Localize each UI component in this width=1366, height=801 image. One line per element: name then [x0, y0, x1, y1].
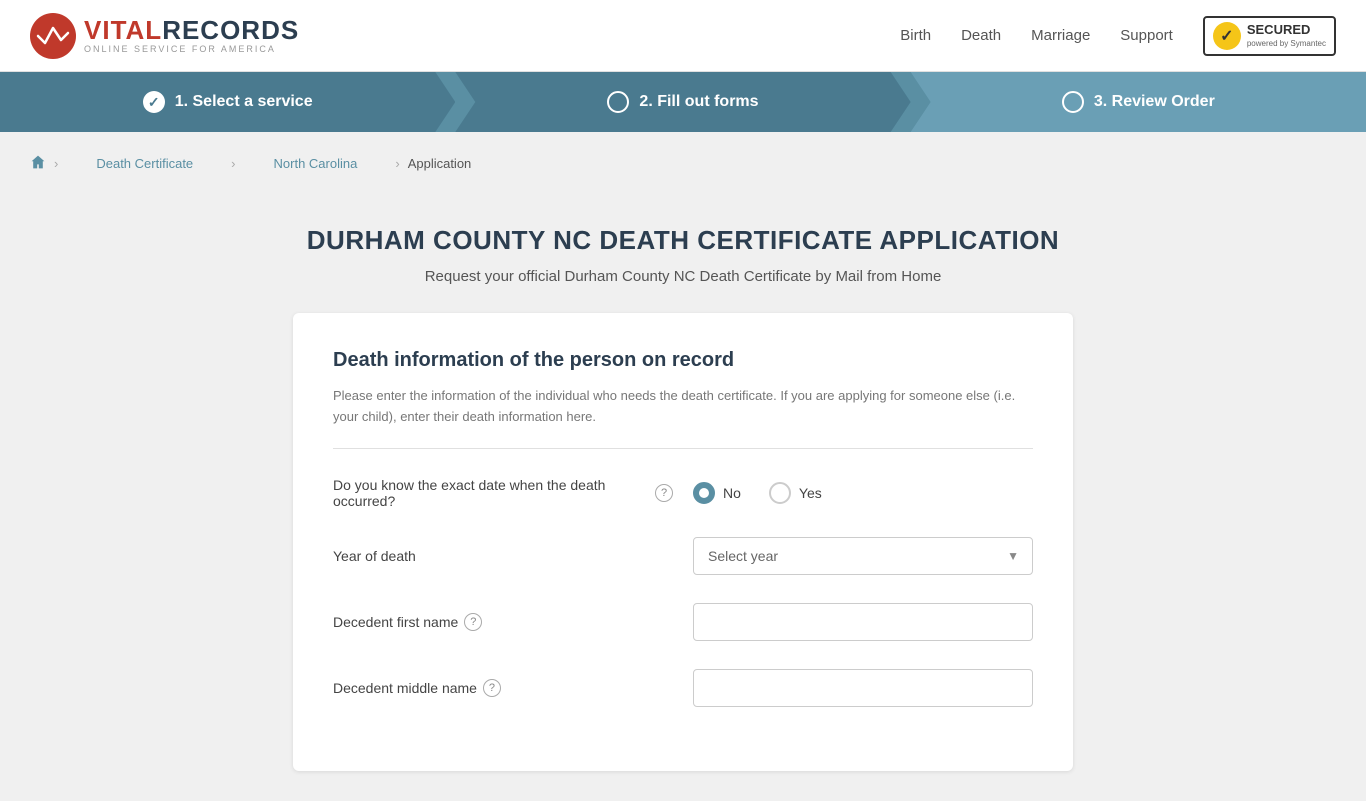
form-section-title: Death information of the person on recor… — [333, 349, 1033, 372]
first-name-input[interactable] — [693, 603, 1033, 641]
step-2: 2. Fill out forms — [455, 72, 910, 132]
logo-text: VITALRECORDS ONLINE SERVICE FOR AMERICA — [84, 17, 299, 54]
step-1: ✓ 1. Select a service — [0, 72, 455, 132]
breadcrumb: › Death Certificate › North Carolina › A… — [0, 132, 1366, 195]
middle-name-label: Decedent middle name ? — [333, 679, 673, 697]
home-icon — [30, 154, 46, 170]
exact-date-controls: No Yes — [693, 482, 1033, 504]
first-name-help-icon[interactable]: ? — [464, 613, 482, 631]
logo-vital: VITAL — [84, 15, 162, 45]
steps-bar: ✓ 1. Select a service 2. Fill out forms … — [0, 72, 1366, 132]
nav: Birth Death Marriage Support ✓ SECURED p… — [900, 16, 1336, 56]
step-1-label: 1. Select a service — [175, 93, 313, 111]
header: VITALRECORDS ONLINE SERVICE FOR AMERICA … — [0, 0, 1366, 72]
middle-name-control — [693, 669, 1033, 707]
logo: VITALRECORDS ONLINE SERVICE FOR AMERICA — [30, 13, 299, 59]
middle-name-row: Decedent middle name ? — [333, 669, 1033, 707]
step-3-circle — [1062, 91, 1084, 113]
main-content: DURHAM COUNTY NC DEATH CERTIFICATE APPLI… — [273, 225, 1093, 771]
exact-date-help-icon[interactable]: ? — [655, 484, 673, 502]
step-2-label: 2. Fill out forms — [639, 93, 758, 111]
logo-sub: ONLINE SERVICE FOR AMERICA — [84, 45, 299, 54]
norton-check-icon: ✓ — [1213, 22, 1241, 50]
step-1-check-icon: ✓ — [143, 91, 165, 113]
step-2-circle — [607, 91, 629, 113]
year-of-death-label: Year of death — [333, 548, 673, 564]
form-section-desc: Please enter the information of the indi… — [333, 386, 1033, 428]
exact-date-label: Do you know the exact date when the deat… — [333, 477, 673, 509]
year-of-death-row: Year of death Select year ▼ — [333, 537, 1033, 575]
radio-yes-outer — [769, 482, 791, 504]
select-year[interactable]: Select year — [693, 537, 1033, 575]
breadcrumb-sep-1: › — [54, 156, 58, 171]
breadcrumb-home-link[interactable] — [30, 154, 46, 173]
first-name-control — [693, 603, 1033, 641]
radio-yes-label: Yes — [799, 485, 822, 501]
step-3: 3. Review Order — [911, 72, 1366, 132]
radio-yes-option[interactable]: Yes — [769, 482, 822, 504]
breadcrumb-application: Application — [408, 156, 472, 171]
year-of-death-control: Select year ▼ — [693, 537, 1033, 575]
middle-name-input[interactable] — [693, 669, 1033, 707]
form-divider — [333, 448, 1033, 449]
breadcrumb-north-carolina[interactable]: North Carolina — [244, 144, 388, 183]
page-title: DURHAM COUNTY NC DEATH CERTIFICATE APPLI… — [293, 225, 1073, 256]
middle-name-help-icon[interactable]: ? — [483, 679, 501, 697]
logo-icon — [30, 13, 76, 59]
first-name-label: Decedent first name ? — [333, 613, 673, 631]
page-subtitle: Request your official Durham County NC D… — [293, 268, 1073, 285]
step-3-label: 3. Review Order — [1094, 93, 1215, 111]
breadcrumb-sep-2: › — [231, 156, 235, 171]
first-name-row: Decedent first name ? — [333, 603, 1033, 641]
select-year-wrapper: Select year ▼ — [693, 537, 1033, 575]
radio-no-outer — [693, 482, 715, 504]
radio-no-inner — [699, 488, 709, 498]
breadcrumb-death-cert[interactable]: Death Certificate — [66, 144, 223, 183]
form-card: Death information of the person on recor… — [293, 313, 1073, 771]
nav-support[interactable]: Support — [1120, 27, 1173, 44]
breadcrumb-sep-3: › — [395, 156, 399, 171]
nav-marriage[interactable]: Marriage — [1031, 27, 1090, 44]
norton-text: SECURED powered by Symantec — [1247, 22, 1326, 49]
nav-birth[interactable]: Birth — [900, 27, 931, 44]
radio-no-label: No — [723, 485, 741, 501]
logo-records: RECORDS — [162, 15, 299, 45]
nav-death[interactable]: Death — [961, 27, 1001, 44]
exact-date-row: Do you know the exact date when the deat… — [333, 477, 1033, 509]
norton-badge: ✓ SECURED powered by Symantec — [1203, 16, 1336, 56]
radio-no-option[interactable]: No — [693, 482, 741, 504]
